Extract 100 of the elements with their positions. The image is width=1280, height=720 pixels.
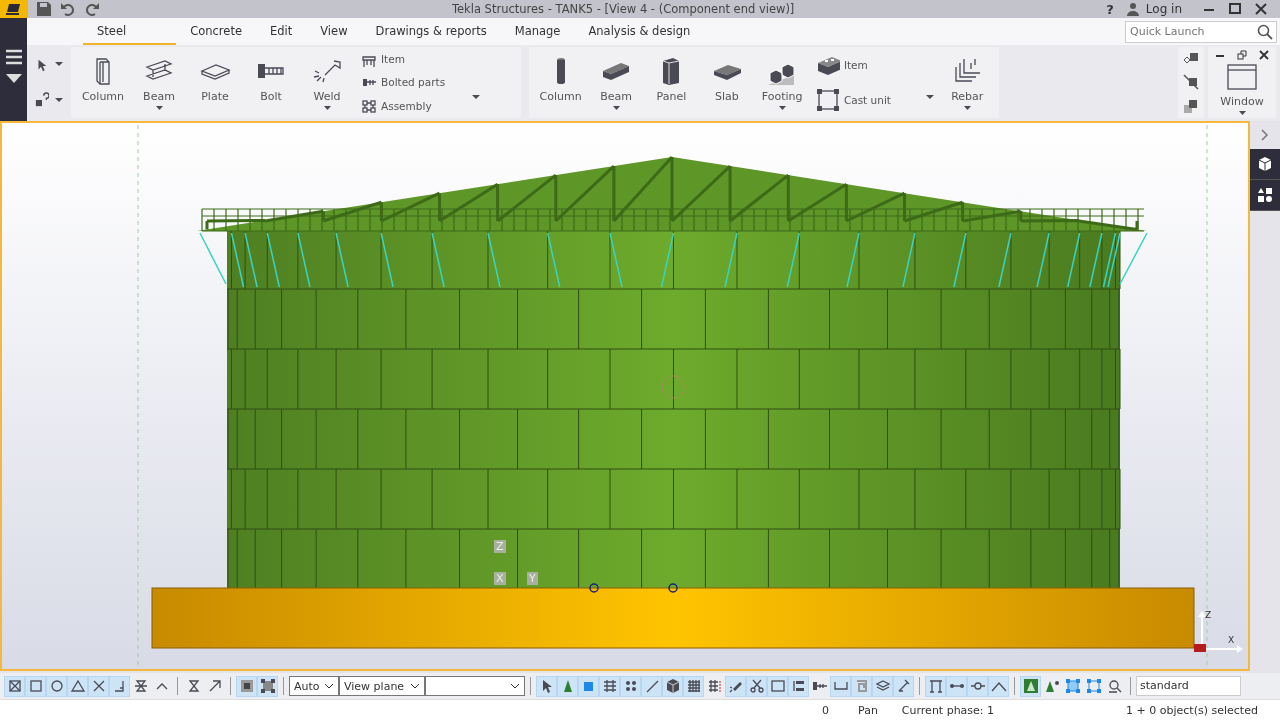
toolbar-button[interactable]: [599, 675, 620, 697]
save-icon[interactable]: [36, 1, 52, 17]
frame-icon: [815, 88, 840, 113]
maximize-icon[interactable]: [1228, 2, 1242, 16]
dropdown[interactable]: Auto: [289, 676, 339, 696]
ribbon-button[interactable]: Plate: [187, 47, 243, 118]
assembly-icon: [361, 98, 377, 115]
toolbar-button[interactable]: [788, 675, 809, 697]
toolbar-button[interactable]: [236, 675, 257, 697]
ribbon-button[interactable]: Beam: [588, 47, 644, 118]
ribbon-small-button[interactable]: Cast unit: [815, 88, 920, 113]
toolbar-button[interactable]: [662, 675, 683, 697]
cube-icon: [664, 678, 681, 694]
toolbar-button[interactable]: [46, 675, 67, 697]
status-selection: 1 + 0 object(s) selected: [1126, 703, 1258, 717]
toolbar-button[interactable]: [746, 675, 767, 697]
laptop-icon: [6, 3, 22, 15]
caret-icon[interactable]: [55, 62, 63, 68]
caret-icon[interactable]: [55, 97, 63, 103]
close-icon[interactable]: [1259, 50, 1269, 60]
mag-icon: [1106, 678, 1123, 694]
status-mode: Pan: [858, 703, 878, 717]
ribbon-button[interactable]: Beam: [131, 47, 187, 118]
select-square-icon[interactable]: [35, 92, 49, 109]
toolbar-button[interactable]: [67, 675, 88, 697]
toolbar-button[interactable]: [1020, 675, 1041, 697]
toolbar-button[interactable]: [4, 675, 25, 697]
side-panel-button[interactable]: [1250, 149, 1280, 180]
settings-field[interactable]: standard: [1136, 676, 1241, 696]
app-menu-button[interactable]: [0, 0, 28, 18]
hide-shapes-icon[interactable]: [1183, 74, 1199, 91]
ribbon-button[interactable]: Bolt: [243, 47, 299, 118]
toolbar-button[interactable]: [946, 675, 967, 697]
shapes-icon: [1257, 187, 1273, 203]
ribbon-button[interactable]: Weld: [299, 47, 355, 118]
circle-icon: [48, 678, 65, 694]
axis-label: X: [1228, 635, 1235, 645]
toolbar-button[interactable]: [988, 675, 1009, 697]
caret-icon: [612, 106, 620, 110]
toolbar-button[interactable]: [830, 675, 851, 697]
caret-icon[interactable]: [472, 95, 480, 100]
login-link[interactable]: Log in: [1145, 2, 1182, 16]
ribbon-small-button[interactable]: Item: [361, 50, 466, 67]
close-icon[interactable]: [1254, 2, 1268, 16]
dropdown[interactable]: [425, 676, 525, 696]
redo-icon[interactable]: [84, 1, 100, 17]
toolbar-button[interactable]: [257, 675, 278, 697]
toolbar-button[interactable]: [641, 675, 662, 697]
toolbar-button[interactable]: [872, 675, 893, 697]
layered-squares-icon[interactable]: [1183, 98, 1199, 115]
axis-label: Z: [1205, 610, 1212, 620]
cylinder-icon: [555, 57, 566, 85]
ribbon-small-button[interactable]: Assembly: [361, 98, 466, 115]
hatch-icon: [601, 678, 618, 694]
ribbon-tab[interactable]: View: [306, 17, 362, 46]
ribbon-tab[interactable]: Drawings & reports: [361, 17, 501, 46]
cube-icon: [1257, 156, 1273, 172]
window-button[interactable]: Window: [1214, 60, 1270, 115]
ribbon-button[interactable]: Column: [533, 47, 589, 118]
toolbar-button[interactable]: [620, 675, 641, 697]
toolbar-button[interactable]: [557, 675, 578, 697]
ribbon-button[interactable]: Rebar: [939, 47, 995, 118]
toolbar-button[interactable]: [967, 675, 988, 697]
ribbon-small-button[interactable]: Bolted parts: [361, 74, 466, 91]
toolbar-button[interactable]: [925, 675, 946, 697]
frame-icon: [259, 678, 276, 694]
axis-label: Y: [527, 572, 538, 585]
triangle-down-icon[interactable]: [5, 74, 22, 84]
window-title: Tekla Structures - TANK5 - [View 4 - (Component end view)]: [450, 2, 796, 16]
toolbar-button[interactable]: [88, 675, 109, 697]
undo-icon[interactable]: [60, 1, 76, 17]
status-phase: Current phase: 1: [901, 703, 995, 717]
restore-icon[interactable]: [1237, 50, 1247, 60]
caret-icon: [778, 106, 786, 110]
quick-launch-field[interactable]: Quick Launch: [1125, 20, 1277, 43]
side-panel-button[interactable]: [1250, 180, 1280, 211]
ribbon-tab[interactable]: Concrete: [176, 17, 256, 46]
ribbon-tab[interactable]: Analysis & design: [574, 17, 705, 46]
ribbon-button[interactable]: Column: [75, 47, 131, 118]
ribbon-tab[interactable]: Manage: [500, 17, 575, 46]
toolbar-button[interactable]: [725, 675, 746, 697]
toolbar-button[interactable]: [109, 675, 130, 697]
ribbon-button[interactable]: Panel: [643, 47, 700, 118]
box-icon: [27, 678, 44, 694]
dropdown[interactable]: View plane: [339, 676, 425, 696]
help-button[interactable]: ?: [1106, 1, 1114, 17]
menu-icon[interactable]: [4, 48, 23, 66]
toolbar-button[interactable]: [536, 675, 557, 697]
tank-model-drawing[interactable]: [151, 155, 1195, 649]
ribbon-tab[interactable]: Edit: [255, 17, 307, 46]
rect-icon: [769, 678, 786, 694]
toolbar-button[interactable]: [893, 675, 914, 697]
chevron-down-icon: [510, 683, 520, 689]
scissors-icon: [748, 678, 765, 694]
ribbon-button[interactable]: Slab: [699, 47, 755, 118]
caret-icon[interactable]: [925, 95, 934, 100]
ribbon-small-button[interactable]: Item: [815, 52, 920, 77]
toolbar-button[interactable]: [683, 675, 704, 697]
ribbon-button[interactable]: Footing: [754, 47, 810, 118]
caret-icon: [963, 106, 971, 110]
